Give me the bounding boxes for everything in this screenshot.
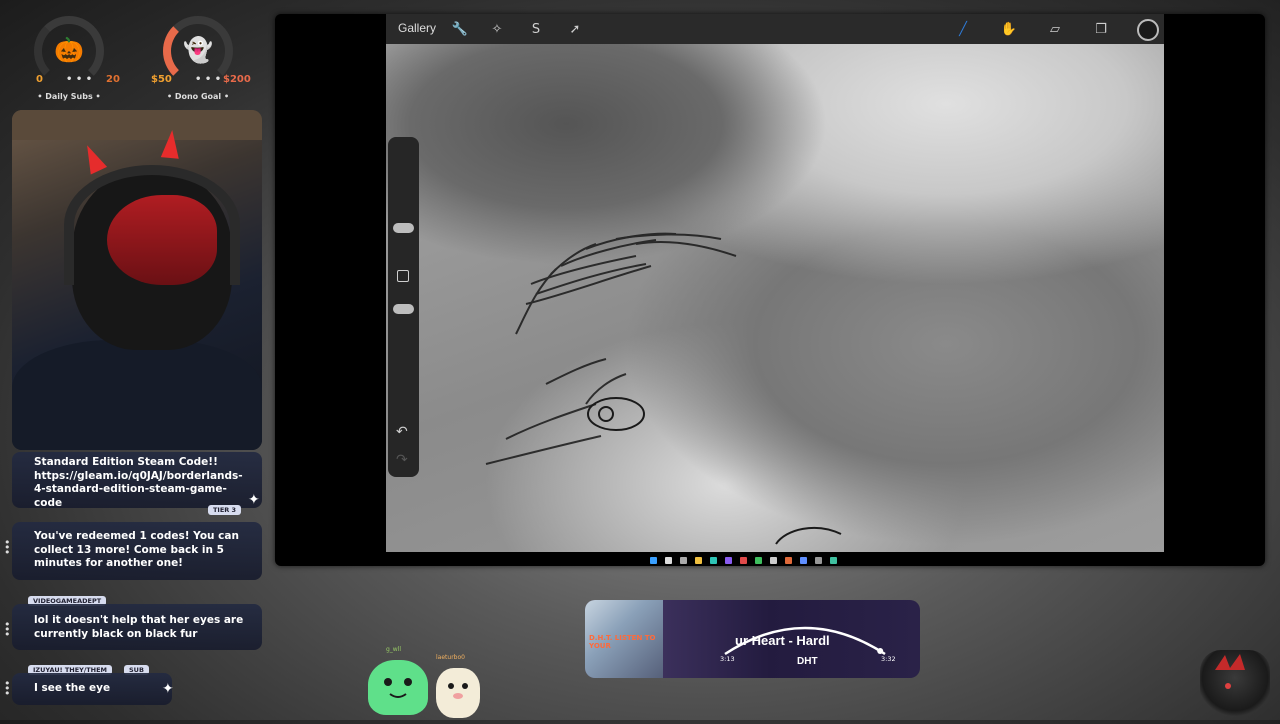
goal-max: 20	[106, 74, 120, 85]
chat-tier-badge: TIER 3	[208, 505, 242, 515]
deer-face	[448, 683, 468, 699]
chat-message-text: lol it doesn't help that her eyes are cu…	[34, 614, 244, 640]
green-monster-mascot	[368, 660, 428, 715]
brush-icon[interactable]: ╱	[954, 21, 972, 39]
app-icon[interactable]	[710, 557, 717, 564]
search-icon[interactable]	[665, 557, 672, 564]
drawing-canvas[interactable]	[386, 44, 1164, 552]
dragon-sprite	[1215, 654, 1245, 689]
mascot-name: g_wll	[386, 646, 402, 653]
dono-goal: 👻 $50 • • • $200 • Dono Goal •	[143, 10, 253, 110]
webcam-feed	[12, 110, 262, 450]
now-playing-widget: D.H.T. LISTEN TO YOUR ur Heart - Hardl D…	[585, 600, 920, 678]
layers-icon[interactable]: ❐	[1092, 21, 1110, 39]
app-icon[interactable]	[695, 557, 702, 564]
brush-size-slider[interactable]	[393, 223, 414, 233]
daily-subs-goal: 🎃 0 • • • 20 • Daily Subs •	[14, 10, 124, 110]
dragon-mascot	[1200, 650, 1270, 720]
gallery-button[interactable]: Gallery	[398, 21, 436, 35]
chat-message: • • • lol it doesn't help that her eyes ar…	[4, 604, 262, 650]
app-icon[interactable]	[770, 557, 777, 564]
selection-icon[interactable]: S	[527, 21, 545, 39]
app-icon[interactable]	[830, 557, 837, 564]
app-icon[interactable]	[740, 557, 747, 564]
album-art: D.H.T. LISTEN TO YOUR	[585, 600, 663, 678]
procreate-toolbar: Gallery 🔧 ✧ S ➚ ╱ ✋ ▱ ❐	[386, 14, 1164, 44]
devil-horn-right	[160, 129, 182, 159]
chat-dots: • • •	[4, 677, 11, 700]
chat-message-text: I see the eye	[34, 682, 111, 694]
album-art-text: D.H.T. LISTEN TO YOUR	[589, 634, 656, 650]
eraser-icon[interactable]: ▱	[1046, 21, 1064, 39]
chat-dots: • • •	[4, 536, 11, 559]
app-icon[interactable]	[815, 557, 822, 564]
app-icon[interactable]	[785, 557, 792, 564]
taskbar-icons	[640, 556, 900, 566]
sketch-strokes	[485, 232, 842, 545]
goal-label: • Daily Subs •	[37, 92, 101, 101]
taskview-icon[interactable]	[680, 557, 687, 564]
background-shelf	[12, 110, 262, 140]
mascot-name: laeturbo0	[436, 654, 465, 661]
magic-wand-icon[interactable]: ✧	[488, 21, 506, 39]
chat-message: • • • You've redeemed 1 codes! You can col…	[4, 522, 262, 580]
goal-label: • Dono Goal •	[166, 92, 230, 101]
chat-message-text: You've redeemed 1 codes! You can collect…	[34, 530, 239, 569]
app-icon[interactable]	[800, 557, 807, 564]
track-artist: DHT	[797, 656, 818, 667]
track-title: ur Heart - Hardl	[735, 633, 830, 648]
chat-dots: • • •	[4, 618, 11, 641]
total-time: 3:32	[881, 655, 896, 663]
redo-icon[interactable]: ↷	[396, 452, 408, 468]
smudge-icon[interactable]: ✋	[1000, 21, 1018, 39]
monster-face	[384, 678, 412, 698]
pumpkin-icon: 🎃	[54, 36, 84, 64]
app-icon[interactable]	[725, 557, 732, 564]
color-swatch-icon[interactable]	[1137, 19, 1159, 41]
goal-dots: • • •	[66, 74, 93, 85]
goal-max: $200	[223, 74, 251, 85]
headset	[64, 165, 240, 285]
chat-message: • • • I see the eye ✦	[4, 673, 174, 705]
eyedropper-button[interactable]	[397, 270, 409, 282]
transform-arrow-icon[interactable]: ➚	[566, 21, 584, 39]
procreate-sidebar: ↶ ↷	[388, 137, 419, 477]
ghost-icon: 👻	[183, 36, 213, 64]
hoodie	[12, 340, 262, 450]
elapsed-time: 3:13	[720, 655, 735, 663]
opacity-slider[interactable]	[393, 304, 414, 314]
sparkle-icon: ✦	[162, 681, 174, 697]
app-icon[interactable]	[755, 557, 762, 564]
deer-mascot	[436, 668, 480, 718]
goal-min: 0	[36, 74, 43, 85]
goal-min: $50	[151, 74, 172, 85]
sparkle-icon: ✦	[248, 492, 260, 508]
start-icon[interactable]	[650, 557, 657, 564]
goal-dots: • • •	[195, 74, 222, 85]
undo-icon[interactable]: ↶	[396, 424, 408, 440]
chat-message: Standard Edition Steam Code!! https://gl…	[12, 452, 262, 515]
devil-horn-left	[78, 141, 108, 175]
wrench-icon[interactable]: 🔧	[451, 21, 469, 39]
